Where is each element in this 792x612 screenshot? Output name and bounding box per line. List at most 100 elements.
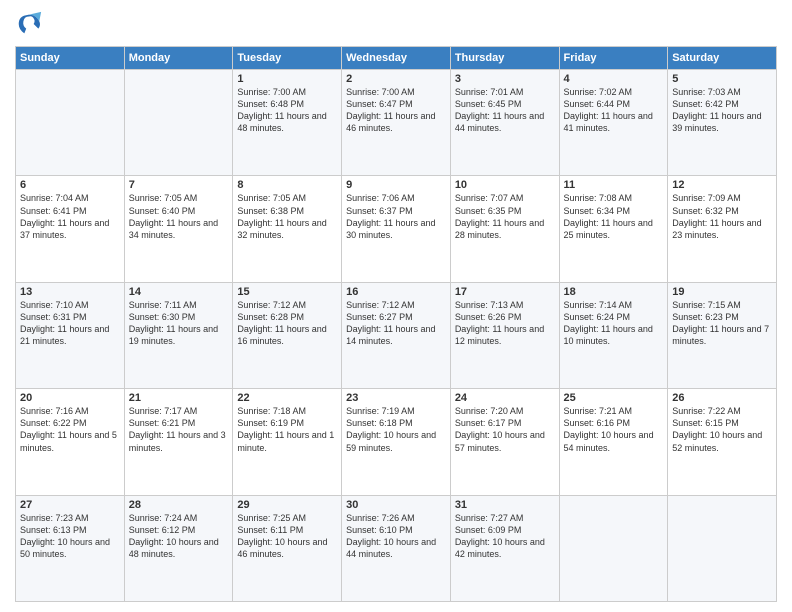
calendar-day-10: 10Sunrise: 7:07 AM Sunset: 6:35 PM Dayli… <box>450 176 559 282</box>
cell-text: Sunrise: 7:18 AM Sunset: 6:19 PM Dayligh… <box>237 405 337 454</box>
day-number: 27 <box>20 499 120 511</box>
day-number: 2 <box>346 73 446 85</box>
calendar-day-21: 21Sunrise: 7:17 AM Sunset: 6:21 PM Dayli… <box>124 389 233 495</box>
day-number: 17 <box>455 286 555 298</box>
calendar-day-11: 11Sunrise: 7:08 AM Sunset: 6:34 PM Dayli… <box>559 176 668 282</box>
day-number: 10 <box>455 179 555 191</box>
calendar-day-15: 15Sunrise: 7:12 AM Sunset: 6:28 PM Dayli… <box>233 282 342 388</box>
day-number: 9 <box>346 179 446 191</box>
calendar-week-row: 13Sunrise: 7:10 AM Sunset: 6:31 PM Dayli… <box>16 282 777 388</box>
calendar-day-18: 18Sunrise: 7:14 AM Sunset: 6:24 PM Dayli… <box>559 282 668 388</box>
cell-text: Sunrise: 7:08 AM Sunset: 6:34 PM Dayligh… <box>564 192 664 241</box>
calendar-day-31: 31Sunrise: 7:27 AM Sunset: 6:09 PM Dayli… <box>450 495 559 601</box>
cell-text: Sunrise: 7:12 AM Sunset: 6:27 PM Dayligh… <box>346 299 446 348</box>
calendar-day-6: 6Sunrise: 7:04 AM Sunset: 6:41 PM Daylig… <box>16 176 125 282</box>
cell-text: Sunrise: 7:26 AM Sunset: 6:10 PM Dayligh… <box>346 512 446 561</box>
calendar-table: SundayMondayTuesdayWednesdayThursdayFrid… <box>15 46 777 602</box>
calendar-day-16: 16Sunrise: 7:12 AM Sunset: 6:27 PM Dayli… <box>342 282 451 388</box>
calendar-week-row: 27Sunrise: 7:23 AM Sunset: 6:13 PM Dayli… <box>16 495 777 601</box>
day-number: 12 <box>672 179 772 191</box>
cell-text: Sunrise: 7:06 AM Sunset: 6:37 PM Dayligh… <box>346 192 446 241</box>
day-number: 22 <box>237 392 337 404</box>
cell-text: Sunrise: 7:17 AM Sunset: 6:21 PM Dayligh… <box>129 405 229 454</box>
cell-text: Sunrise: 7:10 AM Sunset: 6:31 PM Dayligh… <box>20 299 120 348</box>
page: SundayMondayTuesdayWednesdayThursdayFrid… <box>0 0 792 612</box>
cell-text: Sunrise: 7:11 AM Sunset: 6:30 PM Dayligh… <box>129 299 229 348</box>
cell-text: Sunrise: 7:02 AM Sunset: 6:44 PM Dayligh… <box>564 86 664 135</box>
day-number: 20 <box>20 392 120 404</box>
calendar-day-28: 28Sunrise: 7:24 AM Sunset: 6:12 PM Dayli… <box>124 495 233 601</box>
day-number: 14 <box>129 286 229 298</box>
day-number: 24 <box>455 392 555 404</box>
cell-text: Sunrise: 7:20 AM Sunset: 6:17 PM Dayligh… <box>455 405 555 454</box>
cell-text: Sunrise: 7:19 AM Sunset: 6:18 PM Dayligh… <box>346 405 446 454</box>
day-number: 11 <box>564 179 664 191</box>
logo <box>15 10 45 38</box>
day-number: 31 <box>455 499 555 511</box>
cell-text: Sunrise: 7:00 AM Sunset: 6:47 PM Dayligh… <box>346 86 446 135</box>
day-number: 18 <box>564 286 664 298</box>
calendar-empty-cell <box>668 495 777 601</box>
calendar-day-9: 9Sunrise: 7:06 AM Sunset: 6:37 PM Daylig… <box>342 176 451 282</box>
day-number: 15 <box>237 286 337 298</box>
calendar-day-12: 12Sunrise: 7:09 AM Sunset: 6:32 PM Dayli… <box>668 176 777 282</box>
day-number: 8 <box>237 179 337 191</box>
cell-text: Sunrise: 7:05 AM Sunset: 6:38 PM Dayligh… <box>237 192 337 241</box>
day-number: 3 <box>455 73 555 85</box>
cell-text: Sunrise: 7:27 AM Sunset: 6:09 PM Dayligh… <box>455 512 555 561</box>
day-number: 5 <box>672 73 772 85</box>
calendar-day-30: 30Sunrise: 7:26 AM Sunset: 6:10 PM Dayli… <box>342 495 451 601</box>
day-number: 16 <box>346 286 446 298</box>
calendar-day-5: 5Sunrise: 7:03 AM Sunset: 6:42 PM Daylig… <box>668 70 777 176</box>
cell-text: Sunrise: 7:16 AM Sunset: 6:22 PM Dayligh… <box>20 405 120 454</box>
cell-text: Sunrise: 7:07 AM Sunset: 6:35 PM Dayligh… <box>455 192 555 241</box>
cell-text: Sunrise: 7:13 AM Sunset: 6:26 PM Dayligh… <box>455 299 555 348</box>
day-number: 7 <box>129 179 229 191</box>
day-number: 30 <box>346 499 446 511</box>
calendar-day-24: 24Sunrise: 7:20 AM Sunset: 6:17 PM Dayli… <box>450 389 559 495</box>
day-number: 6 <box>20 179 120 191</box>
day-number: 1 <box>237 73 337 85</box>
calendar-header-tuesday: Tuesday <box>233 47 342 70</box>
day-number: 23 <box>346 392 446 404</box>
calendar-day-17: 17Sunrise: 7:13 AM Sunset: 6:26 PM Dayli… <box>450 282 559 388</box>
day-number: 28 <box>129 499 229 511</box>
calendar-day-26: 26Sunrise: 7:22 AM Sunset: 6:15 PM Dayli… <box>668 389 777 495</box>
calendar-day-14: 14Sunrise: 7:11 AM Sunset: 6:30 PM Dayli… <box>124 282 233 388</box>
calendar-empty-cell <box>559 495 668 601</box>
day-number: 4 <box>564 73 664 85</box>
cell-text: Sunrise: 7:00 AM Sunset: 6:48 PM Dayligh… <box>237 86 337 135</box>
calendar-day-23: 23Sunrise: 7:19 AM Sunset: 6:18 PM Dayli… <box>342 389 451 495</box>
cell-text: Sunrise: 7:14 AM Sunset: 6:24 PM Dayligh… <box>564 299 664 348</box>
calendar-day-2: 2Sunrise: 7:00 AM Sunset: 6:47 PM Daylig… <box>342 70 451 176</box>
day-number: 26 <box>672 392 772 404</box>
cell-text: Sunrise: 7:03 AM Sunset: 6:42 PM Dayligh… <box>672 86 772 135</box>
calendar-day-20: 20Sunrise: 7:16 AM Sunset: 6:22 PM Dayli… <box>16 389 125 495</box>
calendar-day-7: 7Sunrise: 7:05 AM Sunset: 6:40 PM Daylig… <box>124 176 233 282</box>
cell-text: Sunrise: 7:01 AM Sunset: 6:45 PM Dayligh… <box>455 86 555 135</box>
cell-text: Sunrise: 7:22 AM Sunset: 6:15 PM Dayligh… <box>672 405 772 454</box>
cell-text: Sunrise: 7:09 AM Sunset: 6:32 PM Dayligh… <box>672 192 772 241</box>
calendar-day-22: 22Sunrise: 7:18 AM Sunset: 6:19 PM Dayli… <box>233 389 342 495</box>
cell-text: Sunrise: 7:23 AM Sunset: 6:13 PM Dayligh… <box>20 512 120 561</box>
calendar-day-4: 4Sunrise: 7:02 AM Sunset: 6:44 PM Daylig… <box>559 70 668 176</box>
cell-text: Sunrise: 7:15 AM Sunset: 6:23 PM Dayligh… <box>672 299 772 348</box>
cell-text: Sunrise: 7:04 AM Sunset: 6:41 PM Dayligh… <box>20 192 120 241</box>
calendar-day-29: 29Sunrise: 7:25 AM Sunset: 6:11 PM Dayli… <box>233 495 342 601</box>
calendar-header-friday: Friday <box>559 47 668 70</box>
day-number: 29 <box>237 499 337 511</box>
calendar-header-monday: Monday <box>124 47 233 70</box>
calendar-header-sunday: Sunday <box>16 47 125 70</box>
calendar-day-25: 25Sunrise: 7:21 AM Sunset: 6:16 PM Dayli… <box>559 389 668 495</box>
calendar-header-saturday: Saturday <box>668 47 777 70</box>
calendar-week-row: 6Sunrise: 7:04 AM Sunset: 6:41 PM Daylig… <box>16 176 777 282</box>
logo-icon <box>15 10 43 38</box>
calendar-day-8: 8Sunrise: 7:05 AM Sunset: 6:38 PM Daylig… <box>233 176 342 282</box>
cell-text: Sunrise: 7:21 AM Sunset: 6:16 PM Dayligh… <box>564 405 664 454</box>
calendar-week-row: 1Sunrise: 7:00 AM Sunset: 6:48 PM Daylig… <box>16 70 777 176</box>
cell-text: Sunrise: 7:05 AM Sunset: 6:40 PM Dayligh… <box>129 192 229 241</box>
cell-text: Sunrise: 7:25 AM Sunset: 6:11 PM Dayligh… <box>237 512 337 561</box>
calendar-day-27: 27Sunrise: 7:23 AM Sunset: 6:13 PM Dayli… <box>16 495 125 601</box>
cell-text: Sunrise: 7:12 AM Sunset: 6:28 PM Dayligh… <box>237 299 337 348</box>
calendar-header-wednesday: Wednesday <box>342 47 451 70</box>
